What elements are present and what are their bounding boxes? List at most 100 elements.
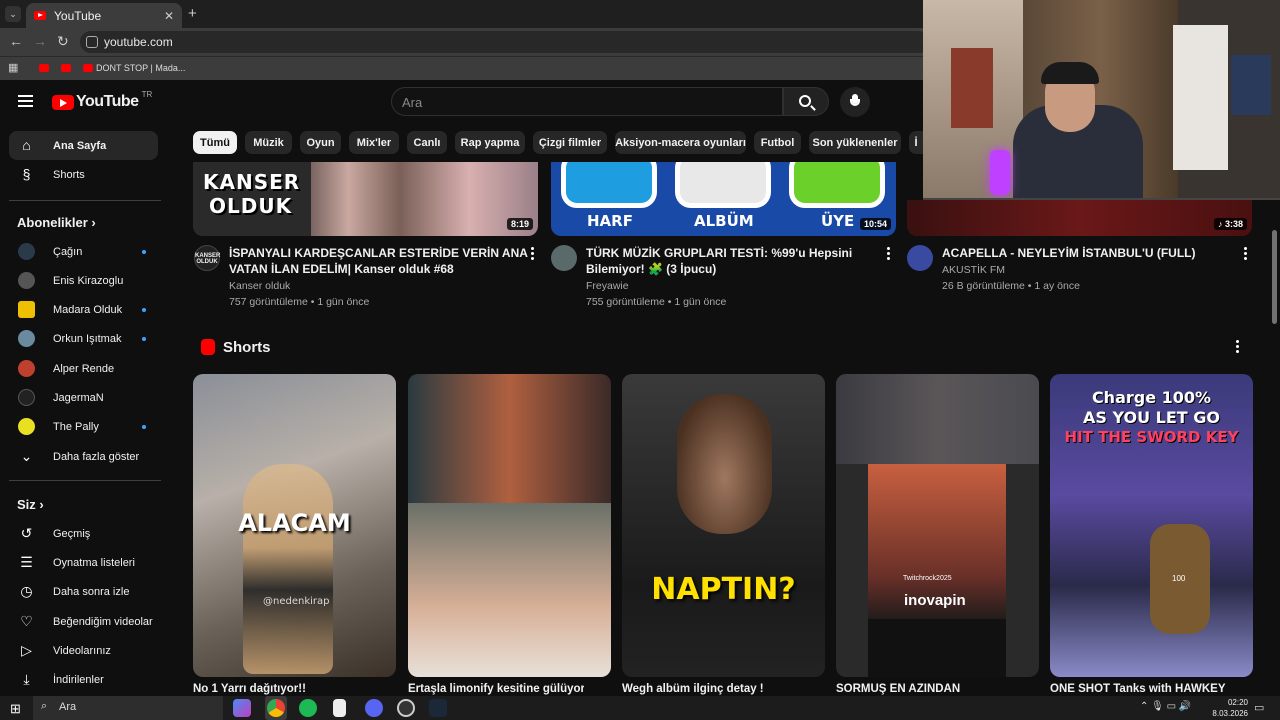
chip-truncated[interactable]: İ xyxy=(909,131,923,154)
playlists-icon: ☰ xyxy=(20,554,33,570)
bookmark-youtube-icon[interactable] xyxy=(61,64,71,72)
chip-all[interactable]: Tümü xyxy=(193,131,237,154)
steam-icon[interactable] xyxy=(429,699,447,717)
video-title[interactable]: İSPANYALI KARDEŞCANLAR ESTERİDE VERİN AN… xyxy=(229,245,529,277)
chip-music[interactable]: Müzik xyxy=(245,131,292,154)
youtube-logo[interactable]: YouTube TR xyxy=(52,90,152,111)
channel-name[interactable]: AKUSTİK FM xyxy=(942,262,1005,278)
windows-start-icon[interactable]: ⊞ xyxy=(10,701,21,717)
chip-mixes[interactable]: Mix'ler xyxy=(349,131,399,154)
show-more-button[interactable]: ⌄ Daha fazla göster xyxy=(9,442,158,471)
short-title[interactable]: Ertaşla limonify kesitine gülüyor xyxy=(408,683,584,696)
sidebar-item-playlists[interactable]: ☰ Oynatma listeleri xyxy=(9,548,158,577)
sidebar-item-shorts[interactable]: § Shorts xyxy=(9,160,158,189)
channel-name[interactable]: Kanser olduk xyxy=(229,278,290,294)
browser-tab[interactable]: YouTube ✕ xyxy=(26,3,182,28)
tab-search-button[interactable]: ⌄ xyxy=(5,6,21,22)
new-tab-button[interactable]: + xyxy=(188,5,197,22)
copilot-icon[interactable] xyxy=(233,699,251,717)
short-title[interactable]: ONE SHOT Tanks with HAWKEYE xyxy=(1050,683,1226,696)
more-options-icon[interactable] xyxy=(530,247,536,261)
live-dot xyxy=(142,250,146,254)
chip-recently-uploaded[interactable]: Son yüklenenler xyxy=(809,131,901,154)
bookmark-youtube-icon[interactable] xyxy=(39,64,49,72)
taskbar-search[interactable]: ⌕ Ara xyxy=(33,696,223,720)
notification-icon[interactable]: ▭ xyxy=(1254,701,1264,714)
forward-icon[interactable]: → xyxy=(33,33,47,49)
sidebar-item-watch-later[interactable]: ◷ Daha sonra izle xyxy=(9,577,158,606)
address-bar[interactable]: youtube.com xyxy=(80,31,930,53)
close-tab-icon[interactable]: ✕ xyxy=(164,9,174,23)
taskbar: ⊞ ⌕ Ara ⌃ 🎙 ▭ 🔊 02:20 8.03.2026 ▭ xyxy=(0,696,1280,720)
chip-live[interactable]: Canlı xyxy=(407,131,447,154)
voice-search-button[interactable] xyxy=(840,87,870,117)
avatar xyxy=(18,330,35,347)
channel-avatar[interactable] xyxy=(907,245,933,271)
shorts-logo-icon xyxy=(201,339,215,355)
scrollbar-thumb[interactable] xyxy=(1272,230,1277,324)
sidebar-item-subscription[interactable]: Enis Kirazoglu xyxy=(9,266,158,295)
search-input[interactable]: Ara xyxy=(391,87,783,116)
chrome-icon[interactable] xyxy=(267,699,285,717)
sidebar-item-your-videos[interactable]: ▷ Videolarınız xyxy=(9,636,158,665)
you-heading[interactable]: Siz › xyxy=(17,497,44,512)
file-icon[interactable] xyxy=(333,699,346,717)
sidebar-item-label: The Pally xyxy=(53,420,99,433)
short-title[interactable]: SORMUŞ EN AZINDAN xyxy=(836,683,1012,696)
sidebar-item-home[interactable]: ⌂ Ana Sayfa xyxy=(9,131,158,160)
video-thumbnail[interactable]: HARF ALBÜM ÜYE 10:54 xyxy=(551,162,896,236)
more-options-icon[interactable] xyxy=(886,247,892,261)
channel-name[interactable]: Freyawie xyxy=(586,278,629,294)
obs-icon[interactable] xyxy=(397,699,415,717)
short-title[interactable]: Wegh albüm ilginç detay ! xyxy=(622,683,798,696)
video-meta: 755 görüntüleme • 1 gün önce xyxy=(586,296,727,308)
short-thumbnail[interactable] xyxy=(408,374,611,677)
more-options-icon[interactable] xyxy=(1235,340,1241,354)
sidebar-item-subscription[interactable]: Alper Rende xyxy=(9,354,158,383)
avatar xyxy=(18,389,35,406)
video-thumbnail[interactable]: ♪ 3:38 xyxy=(907,200,1252,236)
sidebar-item-downloads[interactable]: ⤓ İndirilenler xyxy=(9,665,158,694)
menu-icon[interactable] xyxy=(18,95,33,107)
search-button[interactable] xyxy=(783,87,829,116)
video-title[interactable]: TÜRK MÜZİK GRUPLARI TESTİ: %99'u Hepsini… xyxy=(586,245,886,277)
video-title[interactable]: ACAPELLA - NEYLEYİM İSTANBUL'U (FULL) xyxy=(942,245,1242,261)
sidebar-item-subscription[interactable]: Madara Olduk xyxy=(9,295,158,324)
discord-icon[interactable] xyxy=(365,699,383,717)
sidebar-item-subscription[interactable]: Orkun Işıtmak xyxy=(9,324,158,353)
sidebar-item-subscription[interactable]: The Pally xyxy=(9,412,158,441)
divider xyxy=(9,480,161,481)
chip-cartoons[interactable]: Çizgi filmler xyxy=(533,131,607,154)
channel-avatar[interactable] xyxy=(551,245,577,271)
video-thumbnail[interactable]: KANSER OLDUK 8:19 xyxy=(193,162,538,236)
short-thumbnail[interactable]: ALACAM @nedenkirap xyxy=(193,374,396,677)
short-title[interactable]: No 1 Yarrı dağıtıyor!! xyxy=(193,683,373,696)
url-text: youtube.com xyxy=(104,35,173,49)
sidebar-item-subscription[interactable]: Çağın xyxy=(9,237,158,266)
sidebar-item-liked-videos[interactable]: ♡ Beğendiğim videolar xyxy=(9,607,158,636)
sidebar-item-subscription[interactable]: JagermaN xyxy=(9,383,158,412)
watch-later-icon: ◷ xyxy=(20,583,33,599)
short-thumbnail[interactable]: Charge 100% AS YOU LET GO HIT THE SWORD … xyxy=(1050,374,1253,677)
chip-rap[interactable]: Rap yapma xyxy=(455,131,525,154)
live-dot xyxy=(142,337,146,341)
back-icon[interactable]: ← xyxy=(9,33,23,49)
bookmark-item[interactable]: DONT STOP | Mada... xyxy=(96,63,185,73)
reload-icon[interactable]: ↻ xyxy=(57,33,69,50)
subscriptions-heading[interactable]: Abonelikler › xyxy=(17,215,96,230)
channel-avatar[interactable]: KANSER OLDUK xyxy=(194,245,220,271)
apps-grid-icon[interactable]: ▦ xyxy=(8,61,18,74)
chip-football[interactable]: Futbol xyxy=(754,131,801,154)
spotify-icon[interactable] xyxy=(299,699,317,717)
tray-icons[interactable]: ⌃ 🎙 ▭ 🔊 xyxy=(1140,701,1191,712)
short-thumbnail[interactable]: Twitchrock2025 inovapin xyxy=(836,374,1039,677)
sidebar-item-label: JagermaN xyxy=(53,391,104,404)
more-options-icon[interactable] xyxy=(1243,247,1249,261)
clock[interactable]: 02:20 8.03.2026 xyxy=(1212,697,1248,719)
site-info-icon[interactable] xyxy=(86,36,98,48)
avatar xyxy=(18,360,35,377)
sidebar-item-history[interactable]: ↺ Geçmiş xyxy=(9,519,158,548)
chip-action-adventure[interactable]: Aksiyon-macera oyunları xyxy=(615,131,746,154)
short-thumbnail[interactable]: NAPTIN? xyxy=(622,374,825,677)
chip-games[interactable]: Oyun xyxy=(300,131,341,154)
